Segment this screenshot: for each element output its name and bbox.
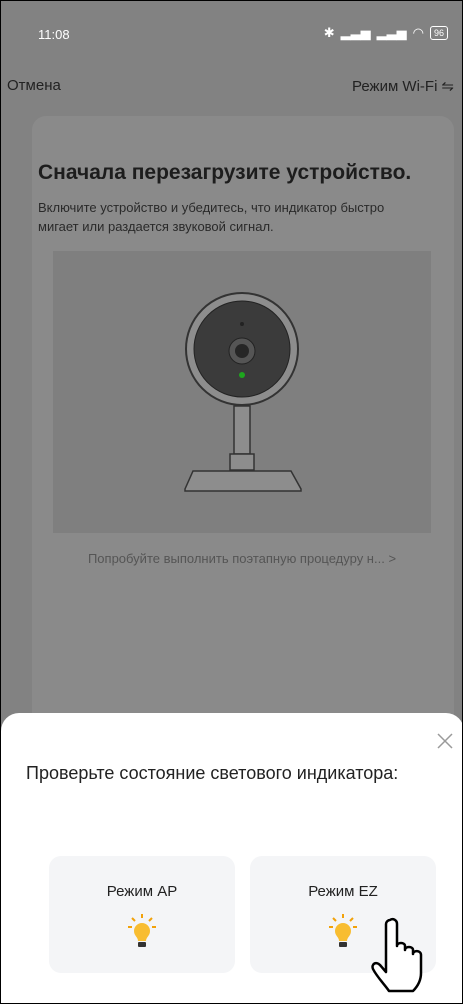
status-icons: ✱ ▂▃▅ ▂▃▅ ◠ 96 [324, 25, 448, 41]
option-label: Режим EZ [308, 883, 378, 900]
ez-mode-option[interactable]: Режим EZ [250, 856, 436, 993]
mode-label: Режим Wi-Fi [352, 77, 438, 95]
step-by-step-link[interactable]: Попробуйте выполнить поэтапную процедуру… [53, 551, 431, 566]
option-label: Режим AP [106, 883, 178, 900]
cancel-button[interactable]: Отмена [7, 77, 61, 94]
pointer-hand-icon [371, 917, 423, 993]
battery-icon: 96 [429, 26, 448, 40]
signal-icon-2: ▂▃▅ [376, 25, 407, 40]
card-description: Включите устройство и убедитесь, что инд… [38, 200, 385, 234]
header: Отмена Режим Wi-Fi ⇋ [1, 73, 462, 103]
card-title: Сначала перезагрузите устройство. [38, 161, 412, 184]
status-bar: 11:08 ✱ ▂▃▅ ▂▃▅ ◠ 96 [1, 1, 462, 55]
bottom-sheet: Проверьте состояние светового индикатора… [1, 713, 462, 1003]
bluetooth-icon: ✱ [323, 25, 335, 40]
wifi-mode-button[interactable]: Режим Wi-Fi ⇋ [352, 77, 454, 96]
wifi-icon: ◠ [412, 25, 424, 40]
signal-icon: ▂▃▅ [340, 25, 371, 40]
swap-icon: ⇋ [441, 78, 454, 95]
status-time: 11:08 [38, 27, 70, 42]
camera-icon [184, 292, 302, 492]
app-screen: 11:08 ✱ ▂▃▅ ▂▃▅ ◠ 96 Отмена Режим Wi-Fi … [0, 0, 463, 1004]
bulb-icon [329, 914, 357, 947]
ap-mode-option[interactable]: Режим AP [49, 856, 235, 973]
sheet-title: Проверьте состояние светового индикатора… [26, 763, 399, 783]
camera-illustration [53, 251, 431, 533]
bulb-icon [128, 914, 156, 947]
close-icon[interactable] [434, 730, 456, 752]
